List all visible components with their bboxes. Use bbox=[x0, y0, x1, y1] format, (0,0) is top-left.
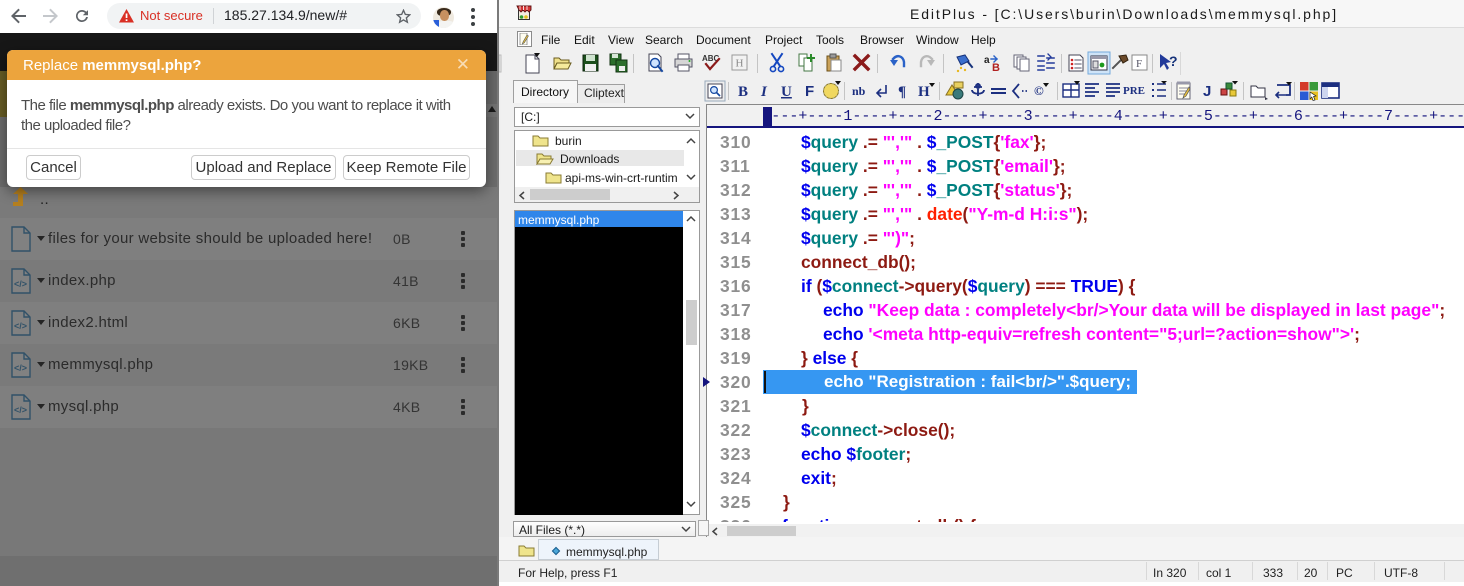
svg-text:?: ? bbox=[1169, 53, 1178, 69]
svg-text:nb: nb bbox=[852, 84, 866, 98]
svg-text:©: © bbox=[1034, 83, 1044, 98]
svg-text:a: a bbox=[984, 55, 990, 66]
svg-text:J: J bbox=[1203, 83, 1211, 100]
svg-text:B: B bbox=[992, 62, 1000, 74]
svg-text:F: F bbox=[1136, 58, 1142, 70]
svg-text:PRE: PRE bbox=[1123, 85, 1145, 97]
svg-text:B: B bbox=[738, 84, 748, 100]
svg-text:H: H bbox=[918, 84, 930, 100]
svg-text:F: F bbox=[805, 83, 814, 100]
svg-text:H: H bbox=[736, 58, 744, 70]
svg-text:I: I bbox=[760, 84, 768, 100]
svg-text:¶: ¶ bbox=[898, 84, 906, 100]
svg-text:U: U bbox=[781, 84, 792, 100]
